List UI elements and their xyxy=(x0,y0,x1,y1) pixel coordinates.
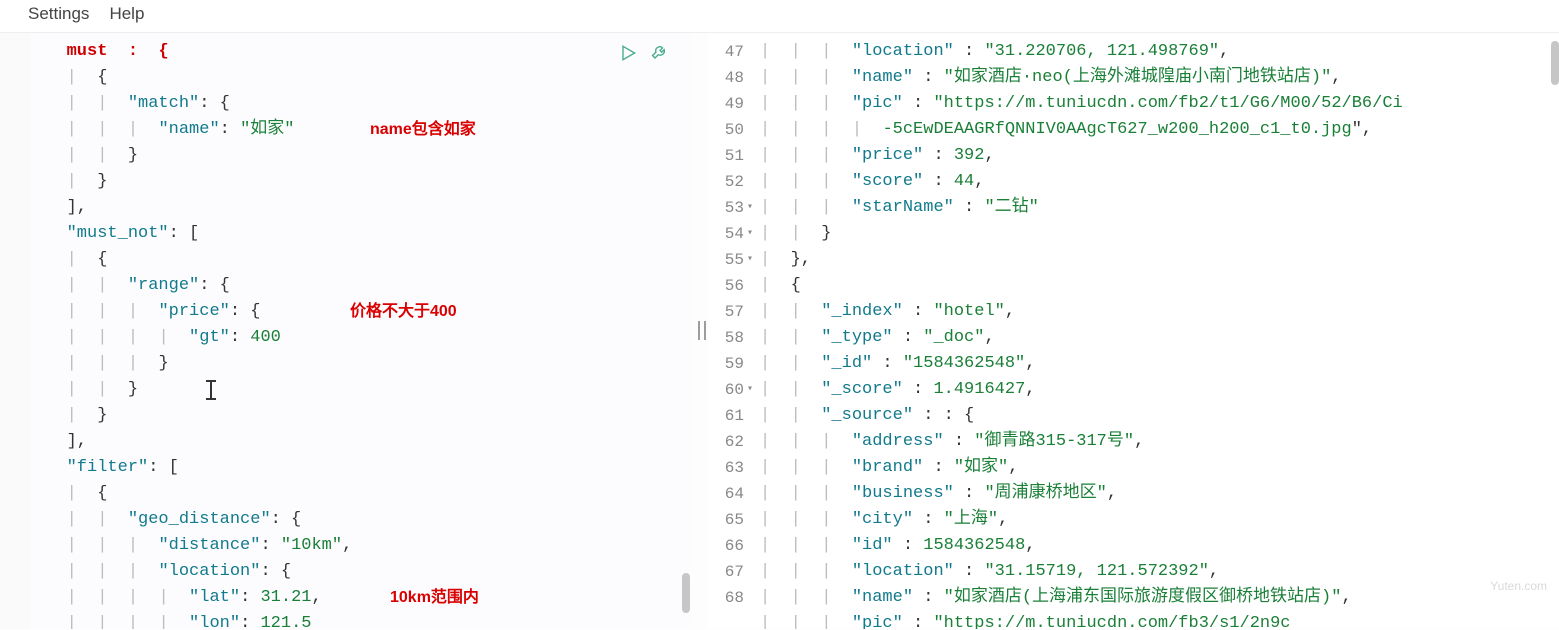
code-line: must : { xyxy=(36,39,690,65)
code-line: | | | | "lon": 121.5 xyxy=(36,611,690,629)
line-number: 47 xyxy=(716,39,744,65)
annotation: name包含如家 xyxy=(370,117,476,143)
line-number: 59 xyxy=(716,351,744,377)
line-number: 66 xyxy=(716,533,744,559)
code-line: | | | "address" : "御青路315-317号", xyxy=(760,429,1559,455)
code-line: | | "match": { xyxy=(36,91,690,117)
code-line: | | | "id" : 1584362548, xyxy=(760,533,1559,559)
code-line: | { xyxy=(36,247,690,273)
line-number: 64 xyxy=(716,481,744,507)
code-line: | | | "pic" : "https://m.tuniucdn.com/fb… xyxy=(760,91,1559,117)
code-line: | | "_index" : "hotel", xyxy=(760,299,1559,325)
code-line: | | "_type" : "_doc", xyxy=(760,325,1559,351)
editor-pane-left: must : { | { | | "match": { | | | "name"… xyxy=(0,33,690,629)
code-line: | | | "distance": "10km", xyxy=(36,533,690,559)
watermark: Yuten.com xyxy=(1490,579,1547,593)
code-line: ], xyxy=(36,429,690,455)
menu-settings[interactable]: Settings xyxy=(28,4,89,24)
code-line: | | | "location" : "31.15719, 121.572392… xyxy=(760,559,1559,585)
wrench-icon[interactable] xyxy=(650,43,670,69)
code-line: | | } xyxy=(36,143,690,169)
code-line: | | | "name" : "如家酒店·neo(上海外滩城隍庙小南门地铁站店)… xyxy=(760,65,1559,91)
line-number: 56 xyxy=(716,273,744,299)
code-line: | } xyxy=(36,403,690,429)
line-number: 58 xyxy=(716,325,744,351)
workspace: must : { | { | | "match": { | | | "name"… xyxy=(0,33,1559,629)
line-number: 48 xyxy=(716,65,744,91)
code-line: | { xyxy=(760,273,1559,299)
line-number: 52 xyxy=(716,169,744,195)
code-line: | | | | "gt": 400 xyxy=(36,325,690,351)
code-line: | | | "location": { xyxy=(36,559,690,585)
line-number: 51 xyxy=(716,143,744,169)
code-line: | | | "business" : "周浦康桥地区", xyxy=(760,481,1559,507)
code-line: | | } xyxy=(36,377,690,403)
code-right[interactable]: | | | "location" : "31.220706, 121.49876… xyxy=(754,33,1559,629)
line-numbers-right: 47484950515253▾54▾55▾5657585960▾61626364… xyxy=(708,33,754,629)
line-number: 60▾ xyxy=(716,377,744,403)
code-line: | | | "brand" : "如家", xyxy=(760,455,1559,481)
line-number: 63 xyxy=(716,455,744,481)
code-line: | | | } xyxy=(36,351,690,377)
line-number: 50 xyxy=(716,117,744,143)
line-number: 53▾ xyxy=(716,195,744,221)
code-line: | | "geo_distance": { xyxy=(36,507,690,533)
code-line: | | | "pic" : "https://m.tuniucdn.com/fb… xyxy=(760,611,1559,629)
run-icon[interactable] xyxy=(618,43,638,69)
editor-pane-right: 47484950515253▾54▾55▾5657585960▾61626364… xyxy=(708,33,1559,629)
code-line: "must_not": [ xyxy=(36,221,690,247)
code-line: | | | "name" : "如家酒店(上海浦东国际旅游度假区御桥地铁站店)"… xyxy=(760,585,1559,611)
scrollbar-right[interactable] xyxy=(1549,33,1559,629)
code-left[interactable]: must : { | { | | "match": { | | | "name"… xyxy=(30,33,690,629)
editor-actions xyxy=(618,43,670,69)
line-number: 68 xyxy=(716,585,744,611)
code-line: | | | | "lat": 31.21, xyxy=(36,585,690,611)
line-number: 65 xyxy=(716,507,744,533)
scrollbar-left[interactable] xyxy=(680,33,690,629)
code-line: "filter": [ xyxy=(36,455,690,481)
code-line: | | | | -5cEwDEAAGRfQNNIV0AAgcT627_w200_… xyxy=(760,117,1559,143)
splitter[interactable]: || xyxy=(690,33,708,629)
annotation: 10km范围内 xyxy=(390,585,479,611)
annotation: 价格不大于400 xyxy=(350,299,457,325)
code-line: | } xyxy=(36,169,690,195)
menu-help[interactable]: Help xyxy=(109,4,144,24)
left-outer-gutter xyxy=(0,33,30,629)
line-number: 61 xyxy=(716,403,744,429)
code-line: | | "_score" : 1.4916427, xyxy=(760,377,1559,403)
code-line: | | | "score" : 44, xyxy=(760,169,1559,195)
line-number: 55▾ xyxy=(716,247,744,273)
line-number: 67 xyxy=(716,559,744,585)
code-line: | { xyxy=(36,65,690,91)
code-line: | | | "location" : "31.220706, 121.49876… xyxy=(760,39,1559,65)
code-line: | | | "starName" : "二钻" xyxy=(760,195,1559,221)
code-line: | | } xyxy=(760,221,1559,247)
code-line: | | "_id" : "1584362548", xyxy=(760,351,1559,377)
line-number: 54▾ xyxy=(716,221,744,247)
line-number: 49 xyxy=(716,91,744,117)
code-line: | | | "name": "如家" xyxy=(36,117,690,143)
code-line: | | | "price" : 392, xyxy=(760,143,1559,169)
code-line: | }, xyxy=(760,247,1559,273)
line-number: 57 xyxy=(716,299,744,325)
text-cursor-icon xyxy=(210,381,212,399)
code-line: | | | "city" : "上海", xyxy=(760,507,1559,533)
menubar: Settings Help xyxy=(0,0,1559,33)
code-line: | | "_source" : : { xyxy=(760,403,1559,429)
code-line: ], xyxy=(36,195,690,221)
line-number: 62 xyxy=(716,429,744,455)
splitter-handle-icon: || xyxy=(693,320,705,343)
code-line: | { xyxy=(36,481,690,507)
code-line: | | "range": { xyxy=(36,273,690,299)
